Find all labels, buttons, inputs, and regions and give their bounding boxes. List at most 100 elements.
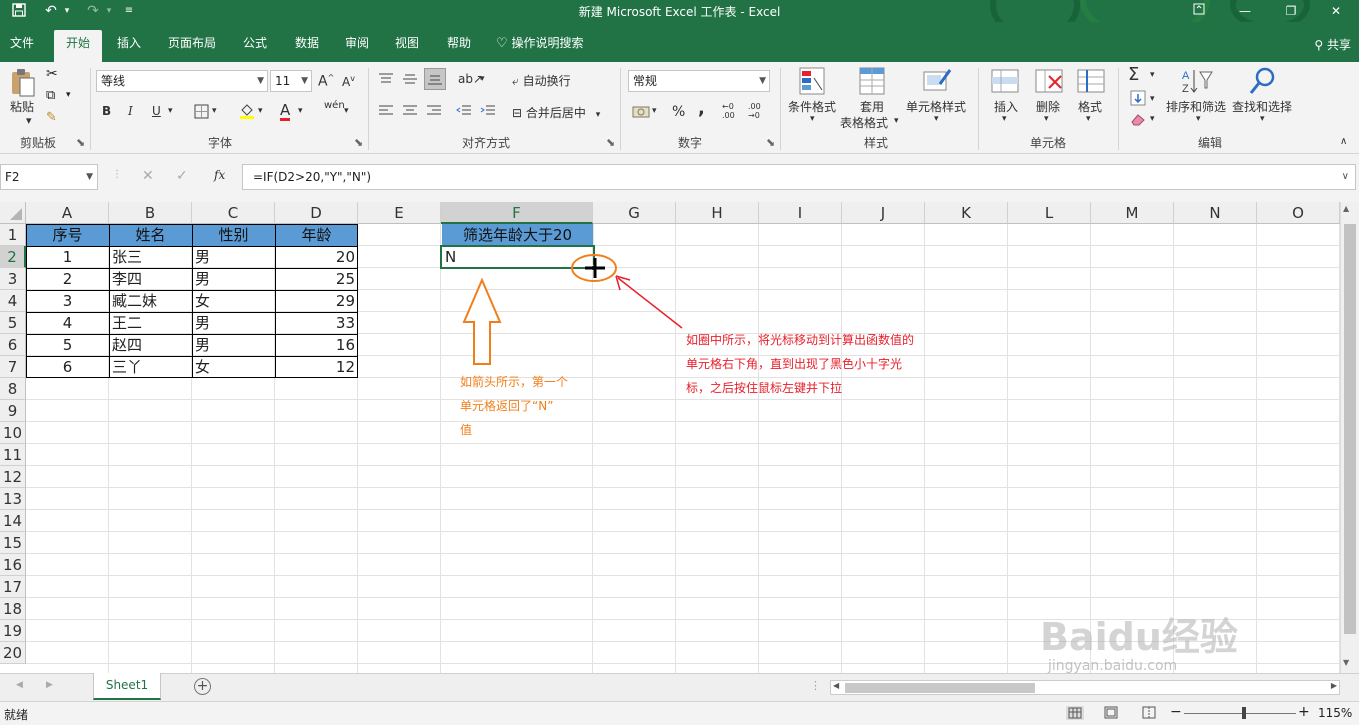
tab-help[interactable]: 帮助 (436, 30, 482, 62)
merge-center-button[interactable]: ⊟ 合并后居中 ▾ (512, 104, 600, 121)
zoom-level[interactable]: 115% (1318, 706, 1352, 720)
accounting-format-icon[interactable] (632, 104, 650, 123)
zoom-slider[interactable] (1184, 713, 1296, 714)
dialog-launcher-icon[interactable]: ⬊ (76, 136, 85, 149)
insert-cells-button[interactable]: 插入 (994, 98, 1018, 115)
number-format-select[interactable]: 常规 ▼ (628, 70, 770, 92)
fill-dropdown-icon[interactable]: ▾ (1150, 94, 1155, 104)
tab-view[interactable]: 视图 (384, 30, 430, 62)
format-dropdown-icon[interactable]: ▾ (1086, 114, 1091, 124)
insert-function-icon[interactable]: fx (214, 168, 225, 182)
decrease-decimal-button[interactable]: .00 →0 (748, 102, 761, 120)
paste-dropdown-icon[interactable]: ▾ (26, 114, 32, 127)
cut-icon[interactable]: ✂ (46, 66, 58, 82)
ribbon-display-options-icon[interactable] (1176, 0, 1222, 22)
expand-formula-icon[interactable]: ∨ (1342, 165, 1349, 189)
tab-data[interactable]: 数据 (284, 30, 330, 62)
normal-view-icon[interactable] (1066, 706, 1084, 720)
conditional-formatting-icon[interactable] (798, 66, 826, 99)
scroll-up-icon[interactable]: ▲ (1343, 204, 1349, 213)
tab-page-layout[interactable]: 页面布局 (160, 30, 224, 62)
accounting-dropdown-icon[interactable]: ▾ (652, 106, 657, 116)
delete-cells-button[interactable]: 删除 (1036, 98, 1060, 115)
share-button[interactable]: ⚲ 共享 (1314, 36, 1351, 53)
restore-icon[interactable]: ❐ (1268, 0, 1314, 22)
percent-style-button[interactable]: % (672, 104, 685, 120)
copy-icon[interactable]: ⧉ (46, 88, 55, 103)
confirm-entry-icon[interactable]: ✓ (176, 168, 188, 184)
minimize-icon[interactable]: — (1222, 0, 1268, 22)
tell-me-search[interactable]: ♡ 操作说明搜索 (496, 30, 608, 62)
font-name-select[interactable]: 等线 ▼ (96, 70, 268, 92)
borders-dropdown-icon[interactable]: ▾ (212, 106, 217, 116)
format-cells-icon[interactable] (1076, 66, 1106, 99)
dialog-launcher-icon[interactable]: ⬊ (606, 136, 615, 149)
page-break-view-icon[interactable] (1142, 706, 1156, 722)
prev-sheet-icon[interactable]: ◀ (16, 680, 23, 690)
orientation-dropdown-icon[interactable]: ▾ (480, 74, 485, 84)
find-select-button[interactable]: 查找和选择 (1232, 98, 1292, 115)
zoom-out-button[interactable]: − (1170, 704, 1182, 720)
insert-dropdown-icon[interactable]: ▾ (1002, 114, 1007, 124)
font-color-dropdown-icon[interactable]: ▾ (298, 106, 303, 116)
cell-styles-button[interactable]: 单元格样式 (906, 98, 966, 115)
sort-filter-icon[interactable]: AZ (1180, 66, 1214, 99)
tab-formulas[interactable]: 公式 (232, 30, 278, 62)
insert-cells-icon[interactable] (990, 66, 1020, 99)
h-scroll-thumb[interactable] (845, 683, 1035, 693)
decrease-indent-icon[interactable] (456, 104, 472, 121)
tab-insert[interactable]: 插入 (106, 30, 152, 62)
next-sheet-icon[interactable]: ▶ (46, 680, 53, 690)
worksheet-grid[interactable]: ABCDEFGHIJKLMNO 1 2 3 4 5 6 7 8 9 10 11 12 13 14 15 16 1… (0, 202, 1340, 673)
fill-icon[interactable] (1130, 90, 1146, 109)
increase-decimal-button[interactable]: ←0.00 (722, 102, 735, 120)
bold-button[interactable]: B (102, 104, 111, 118)
phonetic-dropdown-icon[interactable]: ▾ (344, 106, 349, 116)
decrease-font-size-icon[interactable]: Av (342, 74, 355, 89)
clear-dropdown-icon[interactable]: ▾ (1150, 114, 1155, 124)
fill-color-dropdown-icon[interactable]: ▾ (258, 106, 263, 116)
underline-button[interactable]: U (152, 104, 161, 118)
sort-filter-dropdown-icon[interactable]: ▾ (1196, 114, 1201, 124)
align-bottom-icon[interactable] (424, 68, 446, 90)
cell-styles-icon[interactable] (922, 66, 952, 99)
scroll-thumb[interactable] (1344, 224, 1356, 634)
copy-dropdown-icon[interactable]: ▾ (66, 90, 71, 100)
comma-style-button[interactable]: , (698, 98, 705, 119)
scroll-left-icon[interactable]: ◀ (833, 681, 839, 690)
align-top-icon[interactable] (378, 72, 394, 89)
delete-cells-icon[interactable] (1034, 66, 1064, 99)
phonetic-guide-icon[interactable]: wén (324, 100, 345, 111)
collapse-ribbon-icon[interactable]: ∧ (1340, 136, 1347, 147)
cancel-entry-icon[interactable]: ✕ (142, 168, 154, 184)
align-middle-icon[interactable] (402, 72, 418, 89)
format-as-table-button[interactable]: 表格格式 (840, 114, 888, 131)
delete-dropdown-icon[interactable]: ▾ (1044, 114, 1049, 124)
conditional-formatting-button[interactable]: 条件格式 (788, 98, 836, 115)
format-as-table-line1[interactable]: 套用 (860, 98, 884, 115)
align-right-icon[interactable] (426, 104, 442, 121)
conditional-dropdown-icon[interactable]: ▾ (810, 114, 815, 124)
vertical-scrollbar[interactable]: ▲ ▼ (1340, 202, 1359, 673)
find-select-icon[interactable] (1248, 66, 1278, 99)
scroll-down-icon[interactable]: ▼ (1343, 658, 1349, 667)
underline-dropdown-icon[interactable]: ▾ (168, 106, 173, 116)
increase-indent-icon[interactable] (480, 104, 496, 121)
page-layout-view-icon[interactable] (1104, 706, 1118, 722)
borders-icon[interactable] (194, 104, 209, 122)
format-as-table-icon[interactable] (858, 66, 886, 99)
autosum-icon[interactable]: Σ (1128, 64, 1139, 85)
table-dropdown-icon[interactable]: ▾ (894, 116, 899, 126)
cell-styles-dropdown-icon[interactable]: ▾ (934, 114, 939, 124)
horizontal-scrollbar[interactable]: ◀ ▶ (830, 680, 1340, 695)
find-select-dropdown-icon[interactable]: ▾ (1260, 114, 1265, 124)
align-center-icon[interactable] (402, 104, 418, 121)
paste-button[interactable]: 粘贴 (10, 98, 34, 115)
sheet-tab-sheet1[interactable]: Sheet1 (93, 673, 161, 700)
format-painter-icon[interactable]: ✎ (46, 110, 57, 125)
scroll-right-icon[interactable]: ▶ (1331, 681, 1337, 690)
close-icon[interactable]: ✕ (1313, 0, 1359, 22)
formula-input[interactable]: =IF(D2>20,"Y","N") ∨ (242, 164, 1356, 190)
clear-icon[interactable] (1130, 112, 1146, 129)
italic-button[interactable]: I (128, 104, 133, 118)
